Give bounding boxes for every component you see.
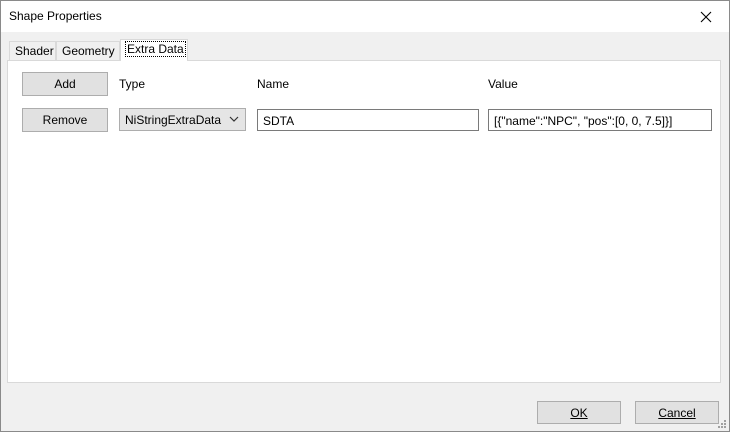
cancel-button[interactable]: Cancel bbox=[635, 401, 719, 424]
remove-button-label: Remove bbox=[42, 113, 88, 127]
shape-properties-dialog: Shape Properties Shader Geometry Extra D… bbox=[0, 0, 730, 432]
add-button-label: Add bbox=[54, 77, 76, 91]
tab-extra-data-label: Extra Data bbox=[125, 41, 186, 57]
chevron-down-icon bbox=[229, 116, 239, 122]
value-column-header: Value bbox=[488, 77, 518, 91]
extra-data-panel: Add Type Name Value Remove NiStringExtra… bbox=[7, 60, 721, 383]
add-button[interactable]: Add bbox=[22, 72, 108, 96]
remove-button[interactable]: Remove bbox=[22, 108, 108, 132]
title-bar: Shape Properties bbox=[1, 1, 729, 32]
name-field[interactable]: SDTA bbox=[257, 109, 479, 131]
tab-geometry-label: Geometry bbox=[62, 44, 115, 58]
tab-shader[interactable]: Shader bbox=[9, 41, 56, 60]
type-column-header: Type bbox=[119, 77, 146, 91]
type-select-value: NiStringExtraData bbox=[125, 113, 222, 127]
close-icon bbox=[700, 11, 712, 22]
window-title: Shape Properties bbox=[9, 9, 102, 23]
value-field[interactable]: [{"name":"NPC", "pos":[0, 0, 7.5]}] bbox=[488, 109, 712, 131]
resize-grip-icon[interactable] bbox=[717, 419, 727, 429]
ok-button[interactable]: OK bbox=[537, 401, 621, 424]
tab-extra-data[interactable]: Extra Data bbox=[120, 39, 188, 61]
type-select[interactable]: NiStringExtraData bbox=[119, 108, 246, 131]
cancel-button-label: Cancel bbox=[658, 405, 696, 420]
tab-geometry[interactable]: Geometry bbox=[56, 41, 120, 60]
name-column-header: Name bbox=[257, 77, 290, 91]
tab-shader-label: Shader bbox=[15, 44, 54, 58]
ok-button-label: OK bbox=[570, 405, 588, 420]
close-button[interactable] bbox=[683, 1, 729, 32]
